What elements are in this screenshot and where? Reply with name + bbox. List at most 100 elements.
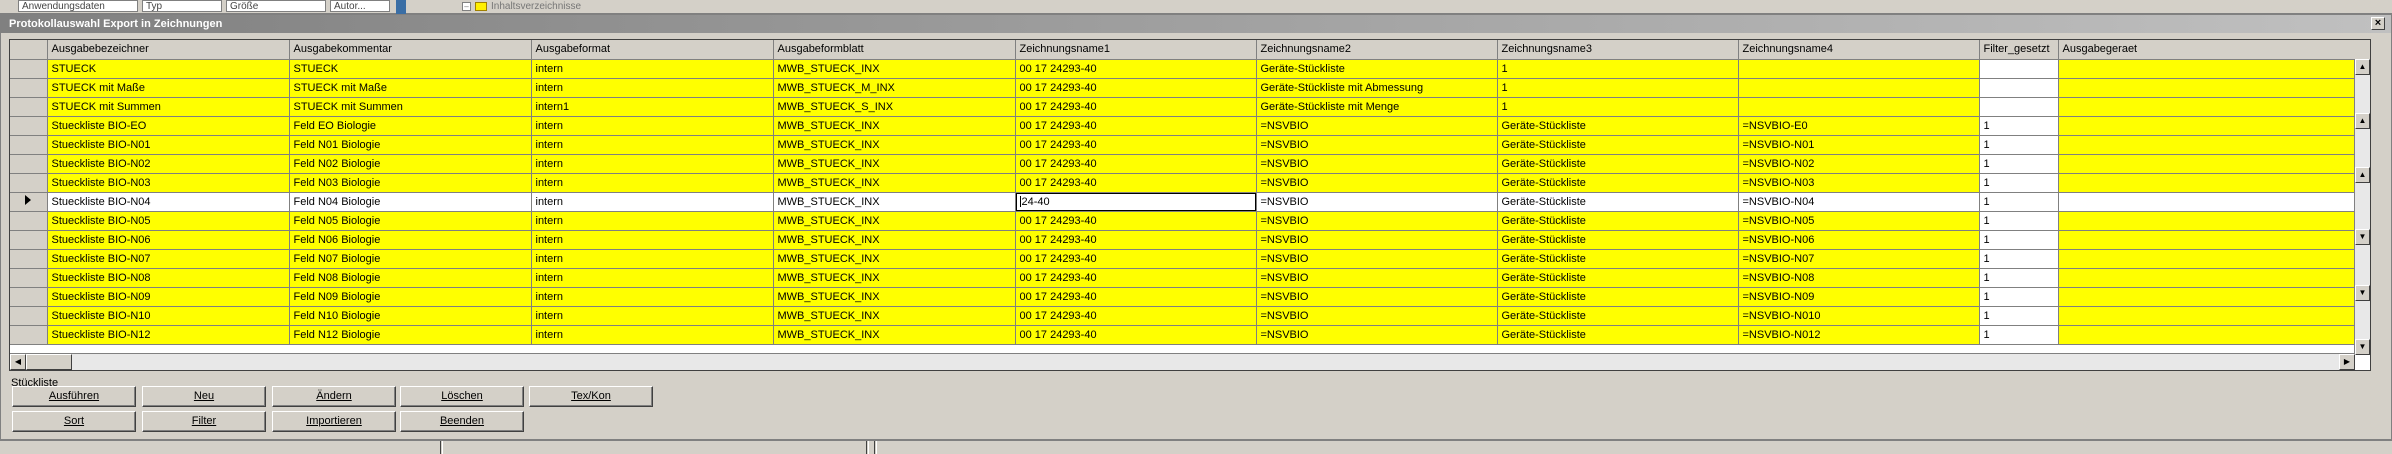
table-cell[interactable]: =NSVBIO — [1256, 173, 1498, 193]
table-cell[interactable] — [2058, 268, 2370, 288]
table-row[interactable]: STUECK mit Maße STUECK mit Maße intern MWB_… — [10, 78, 2370, 98]
table-cell[interactable]: 1 — [1979, 287, 2059, 307]
beenden-button[interactable]: Beenden — [400, 411, 524, 432]
table-cell[interactable]: Feld N05 Biologie — [289, 211, 532, 231]
table-row[interactable]: Stueckliste BIO-N08 Feld N08 Biologie inte… — [10, 268, 2370, 288]
table-cell[interactable]: intern — [531, 154, 774, 174]
table-cell[interactable]: Geräte-Stückliste — [1497, 287, 1739, 307]
importieren-button[interactable]: Importieren — [272, 411, 396, 432]
table-cell[interactable]: =NSVBIO-N09 — [1738, 287, 1980, 307]
table-cell[interactable]: intern — [531, 192, 774, 212]
table-cell[interactable]: intern — [531, 211, 774, 231]
table-cell[interactable]: =NSVBIO-N012 — [1738, 325, 1980, 345]
table-cell[interactable]: Stueckliste BIO-N02 — [47, 154, 290, 174]
scroll-up-button[interactable]: ▲ — [2355, 59, 2370, 75]
table-cell[interactable] — [1738, 97, 1980, 117]
table-cell[interactable]: 00 17 24293-40 — [1015, 211, 1257, 231]
table-cell[interactable] — [2058, 249, 2370, 269]
table-row[interactable]: Stueckliste BIO-EO Feld EO Biologie intern… — [10, 116, 2370, 136]
table-cell[interactable]: =NSVBIO — [1256, 211, 1498, 231]
table-cell[interactable]: Stueckliste BIO-N01 — [47, 135, 290, 155]
table-cell[interactable] — [1979, 97, 2059, 117]
table-cell[interactable]: =NSVBIO — [1256, 306, 1498, 326]
column-header-anwendungsdaten[interactable]: Anwendungsdaten — [18, 0, 138, 12]
table-cell[interactable]: 00 17 24293-40 — [1015, 268, 1257, 288]
table-cell[interactable] — [2058, 306, 2370, 326]
table-cell[interactable]: MWB_STUECK_INX — [773, 230, 1016, 250]
table-cell[interactable]: =NSVBIO-E0 — [1738, 116, 1980, 136]
row-selector[interactable] — [10, 287, 48, 307]
table-cell[interactable]: =NSVBIO — [1256, 192, 1498, 212]
horizontal-scroll-thumb[interactable] — [26, 354, 72, 370]
table-cell[interactable]: STUECK mit Maße — [47, 78, 290, 98]
table-row[interactable]: Stueckliste BIO-N06 Feld N06 Biologie inte… — [10, 230, 2370, 250]
table-cell[interactable]: =NSVBIO — [1256, 287, 1498, 307]
table-cell[interactable]: =NSVBIO — [1256, 325, 1498, 345]
table-cell[interactable]: Feld N03 Biologie — [289, 173, 532, 193]
table-cell[interactable]: Geräte-Stückliste — [1497, 268, 1739, 288]
table-cell[interactable]: intern — [531, 135, 774, 155]
table-row[interactable]: STUECK mit Summen STUECK mit Summen intern… — [10, 97, 2370, 117]
table-cell[interactable]: 00 17 24293-40 — [1015, 59, 1257, 79]
table-cell[interactable]: MWB_STUECK_INX — [773, 116, 1016, 136]
table-cell[interactable]: Feld EO Biologie — [289, 116, 532, 136]
cell-editor-input[interactable]: 24-40 — [1015, 192, 1255, 210]
scroll-down-button[interactable]: ▼ — [2355, 339, 2370, 355]
table-cell[interactable]: intern — [531, 287, 774, 307]
row-selector[interactable] — [10, 211, 48, 231]
splitter-handle[interactable] — [866, 441, 869, 454]
table-cell[interactable] — [1738, 59, 1980, 79]
table-cell[interactable]: Geräte-Stückliste — [1497, 249, 1739, 269]
table-cell[interactable]: Feld N06 Biologie — [289, 230, 532, 250]
column-header[interactable]: Zeichnungsname2 — [1256, 40, 1498, 60]
table-cell[interactable]: intern — [531, 325, 774, 345]
close-button[interactable]: × — [2371, 17, 2385, 30]
row-selector[interactable] — [10, 249, 48, 269]
table-cell[interactable]: =NSVBIO-N04 — [1738, 192, 1980, 212]
table-cell[interactable]: Geräte-Stückliste — [1497, 325, 1739, 345]
table-cell[interactable]: MWB_STUECK_INX — [773, 135, 1016, 155]
table-cell[interactable]: MWB_STUECK_INX — [773, 211, 1016, 231]
table-cell[interactable] — [1979, 59, 2059, 79]
table-cell[interactable]: Stueckliste BIO-N07 — [47, 249, 290, 269]
table-cell[interactable] — [2058, 78, 2370, 98]
table-cell[interactable]: MWB_STUECK_INX — [773, 306, 1016, 326]
table-row[interactable]: Stueckliste BIO-N03 Feld N03 Biologie inte… — [10, 173, 2370, 193]
table-cell[interactable]: STUECK mit Summen — [289, 97, 532, 117]
table-cell[interactable]: 00 17 24293-40 — [1015, 78, 1257, 98]
splitter-handle[interactable] — [440, 441, 443, 454]
table-cell[interactable] — [2058, 230, 2370, 250]
table-cell[interactable]: =NSVBIO — [1256, 230, 1498, 250]
table-cell[interactable]: 1 — [1979, 325, 2059, 345]
ausfuehren-button[interactable]: Ausführen — [12, 386, 136, 407]
table-cell[interactable]: 1 — [1979, 249, 2059, 269]
table-cell[interactable]: 00 17 24293-40 — [1015, 116, 1257, 136]
table-cell[interactable]: Geräte-Stückliste — [1497, 135, 1739, 155]
column-header[interactable]: Filter_gesetzt — [1979, 40, 2059, 60]
row-selector[interactable] — [10, 173, 48, 193]
table-cell[interactable]: 1 — [1979, 135, 2059, 155]
window-titlebar[interactable]: Protokollauswahl Export in Zeichnungen — [1, 15, 2391, 33]
table-cell[interactable]: Feld N10 Biologie — [289, 306, 532, 326]
table-row[interactable]: Stueckliste BIO-N02 Feld N02 Biologie inte… — [10, 154, 2370, 174]
table-cell[interactable]: 1 — [1497, 78, 1739, 98]
table-cell[interactable] — [2058, 287, 2370, 307]
table-cell[interactable]: MWB_STUECK_INX — [773, 154, 1016, 174]
column-header-groesse[interactable]: Größe — [226, 0, 326, 12]
table-cell[interactable]: MWB_STUECK_S_INX — [773, 97, 1016, 117]
table-row[interactable]: STUECK STUECK intern MWB_STUECK_INX 00 17 24… — [10, 59, 2370, 79]
table-cell[interactable]: =NSVBIO — [1256, 116, 1498, 136]
tex-kon-button[interactable]: Tex/Kon — [529, 386, 653, 407]
filter-button[interactable]: Filter — [142, 411, 266, 432]
column-header[interactable]: Zeichnungsname4 — [1738, 40, 1980, 60]
table-cell[interactable]: Feld N07 Biologie — [289, 249, 532, 269]
table-cell[interactable] — [2058, 135, 2370, 155]
table-cell[interactable]: Geräte-Stückliste — [1497, 306, 1739, 326]
table-cell[interactable] — [2058, 325, 2370, 345]
table-cell[interactable]: STUECK mit Maße — [289, 78, 532, 98]
table-cell[interactable]: 24-40 — [1015, 192, 1257, 212]
table-cell[interactable]: Geräte-Stückliste — [1497, 192, 1739, 212]
column-header[interactable]: Zeichnungsname3 — [1497, 40, 1739, 60]
splitter-handle[interactable] — [874, 441, 877, 454]
table-cell[interactable]: Feld N01 Biologie — [289, 135, 532, 155]
